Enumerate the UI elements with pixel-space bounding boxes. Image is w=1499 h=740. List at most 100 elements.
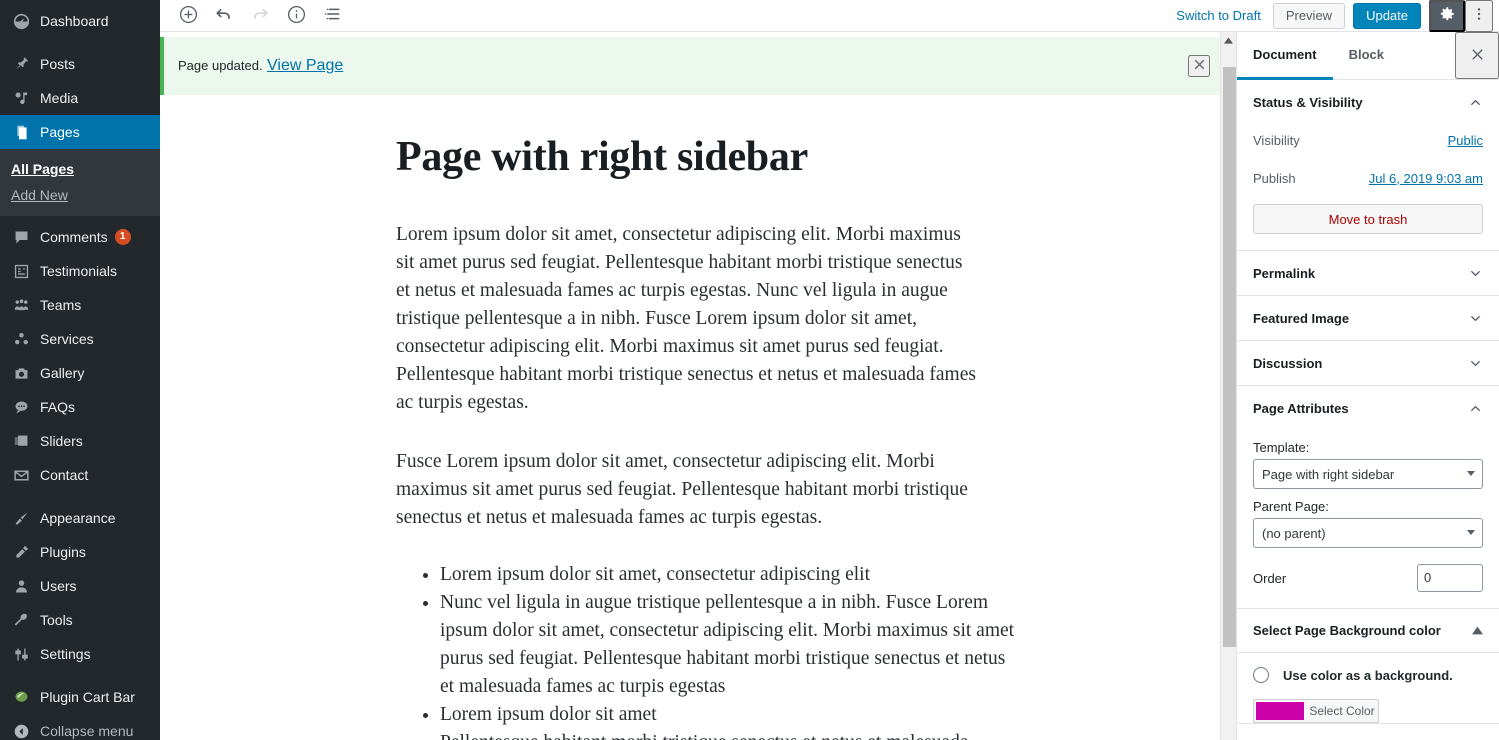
settings-icon <box>11 644 31 664</box>
visibility-value: Public <box>1448 133 1483 148</box>
sidebar-item-faqs[interactable]: FAQs <box>0 390 160 424</box>
list-block[interactable]: Lorem ipsum dolor sit amet, consectetur … <box>396 561 1016 740</box>
list-item[interactable]: Nunc vel ligula in augue tristique pelle… <box>440 589 1016 701</box>
more-menu-button[interactable] <box>1465 0 1493 32</box>
sidebar-item-teams[interactable]: Teams <box>0 288 160 322</box>
menu-separator <box>0 38 160 47</box>
plus-circle-icon <box>178 4 199 28</box>
publish-row: Publish Jul 6, 2019 9:03 am <box>1253 162 1483 194</box>
tab-document[interactable]: Document <box>1237 32 1333 80</box>
header-tools <box>160 0 350 32</box>
sidebar-item-plugin-cart-bar[interactable]: Plugin Cart Bar <box>0 680 160 714</box>
gear-icon <box>1438 5 1456 26</box>
pin-icon <box>11 54 31 74</box>
sidebar-item-media[interactable]: Media <box>0 81 160 115</box>
visibility-row: Visibility Public <box>1253 124 1483 156</box>
sidebar-close-button[interactable] <box>1455 32 1499 79</box>
redo-button[interactable] <box>242 0 278 32</box>
plug-icon <box>11 542 31 562</box>
post-content: Page with right sidebar Lorem ipsum dolo… <box>160 133 1236 740</box>
select-color-button[interactable]: Select Color <box>1253 699 1379 723</box>
switch-to-draft-button[interactable]: Switch to Draft <box>1164 0 1273 32</box>
order-input[interactable]: 0 <box>1417 564 1483 592</box>
services-icon <box>11 329 31 349</box>
menu-separator <box>0 492 160 501</box>
scrollbar-thumb[interactable] <box>1223 67 1236 647</box>
tab-block[interactable]: Block <box>1333 32 1400 80</box>
publish-date-link[interactable]: Jul 6, 2019 9:03 am <box>1369 171 1483 186</box>
sidebar-item-posts[interactable]: Posts <box>0 47 160 81</box>
sidebar-item-sliders[interactable]: Sliders <box>0 424 160 458</box>
list-item[interactable]: Pellentesque habitant morbi tristique se… <box>440 729 1016 740</box>
color-swatch[interactable] <box>1256 702 1304 720</box>
panel-header-permalink[interactable]: Permalink <box>1237 251 1499 295</box>
chevron-down-icon <box>1467 530 1475 535</box>
admin-sidebar: Dashboard Posts Media Pages All Pages Ad… <box>0 0 160 740</box>
updated-notice: Page updated. View Page <box>160 37 1236 95</box>
editor-scrollbar[interactable] <box>1220 32 1236 740</box>
preview-button[interactable]: Preview <box>1272 2 1346 29</box>
dashboard-icon <box>11 11 31 31</box>
undo-button[interactable] <box>206 0 242 32</box>
editor-canvas: Page updated. View Page Page with right … <box>160 32 1236 740</box>
update-button[interactable]: Update <box>1353 2 1421 29</box>
notice-dismiss-button[interactable] <box>1188 55 1210 77</box>
sidebar-item-users[interactable]: Users <box>0 569 160 603</box>
paragraph-block[interactable]: Lorem ipsum dolor sit amet, consectetur … <box>396 221 976 417</box>
collapse-menu-button[interactable]: Collapse menu <box>0 714 160 740</box>
radio-icon[interactable] <box>1253 667 1269 683</box>
panel-featured-image: Featured Image <box>1237 296 1499 341</box>
template-label: Template: <box>1253 440 1310 455</box>
sidebar-item-contact[interactable]: Contact <box>0 458 160 492</box>
select-color-label: Select Color <box>1309 704 1375 718</box>
chevron-down-icon <box>1468 356 1483 371</box>
panel-header-page-background-color[interactable]: Select Page Background color <box>1237 609 1499 653</box>
visibility-label: Visibility <box>1253 132 1300 148</box>
sidebar-item-testimonials[interactable]: Testimonials <box>0 254 160 288</box>
parent-page-select[interactable]: (no parent) <box>1253 518 1483 548</box>
sidebar-item-dashboard[interactable]: Dashboard <box>0 4 160 38</box>
notice-message: Page updated. View Page <box>178 57 343 75</box>
visibility-link[interactable]: Public <box>1448 133 1483 148</box>
sidebar-item-label: Tools <box>40 612 73 628</box>
undo-icon <box>214 4 234 27</box>
sidebar-item-services[interactable]: Services <box>0 322 160 356</box>
sidebar-item-label: FAQs <box>40 399 76 415</box>
submenu-item-add-new[interactable]: Add New <box>0 182 160 208</box>
page-title[interactable]: Page with right sidebar <box>396 133 1236 181</box>
chevron-up-icon <box>1468 95 1483 110</box>
sidebar-item-plugins[interactable]: Plugins <box>0 535 160 569</box>
list-item[interactable]: Lorem ipsum dolor sit amet, consectetur … <box>440 561 1016 589</box>
panel-title: Discussion <box>1253 355 1323 371</box>
order-label: Order <box>1253 570 1287 586</box>
view-page-link[interactable]: View Page <box>267 57 343 74</box>
sidebar-item-settings[interactable]: Settings <box>0 637 160 671</box>
move-to-trash-button[interactable]: Move to trash <box>1253 204 1483 234</box>
parent-page-value: (no parent) <box>1262 525 1326 541</box>
list-item[interactable]: Lorem ipsum dolor sit amet <box>440 701 1016 729</box>
block-navigation-button[interactable] <box>314 0 350 32</box>
use-color-radio-row[interactable]: Use color as a background. <box>1237 653 1499 683</box>
sidebar-item-gallery[interactable]: Gallery <box>0 356 160 390</box>
panel-header-page-attributes[interactable]: Page Attributes <box>1237 386 1499 430</box>
add-block-button[interactable] <box>170 0 206 32</box>
paragraph-block[interactable]: Fusce Lorem ipsum dolor sit amet, consec… <box>396 448 976 532</box>
panel-header-status-visibility[interactable]: Status & Visibility <box>1237 80 1499 124</box>
panel-header-featured-image[interactable]: Featured Image <box>1237 296 1499 340</box>
publish-value: Jul 6, 2019 9:03 am <box>1369 171 1483 186</box>
content-info-button[interactable] <box>278 0 314 32</box>
close-icon <box>1193 58 1206 74</box>
panel-title: Page Attributes <box>1253 400 1349 416</box>
sidebar-item-tools[interactable]: Tools <box>0 603 160 637</box>
submenu-item-all-pages[interactable]: All Pages <box>0 156 160 182</box>
sidebar-item-pages[interactable]: Pages <box>0 115 160 149</box>
chevron-down-icon <box>1468 266 1483 281</box>
sidebar-item-appearance[interactable]: Appearance <box>0 501 160 535</box>
settings-toggle-button[interactable] <box>1429 0 1465 32</box>
sidebar-item-label: Services <box>40 331 94 347</box>
scroll-up-arrow-icon[interactable] <box>1221 32 1236 48</box>
template-select[interactable]: Page with right sidebar <box>1253 459 1483 489</box>
sidebar-item-comments[interactable]: Comments 1 <box>0 220 160 254</box>
collapse-icon <box>11 721 31 740</box>
panel-header-discussion[interactable]: Discussion <box>1237 341 1499 385</box>
